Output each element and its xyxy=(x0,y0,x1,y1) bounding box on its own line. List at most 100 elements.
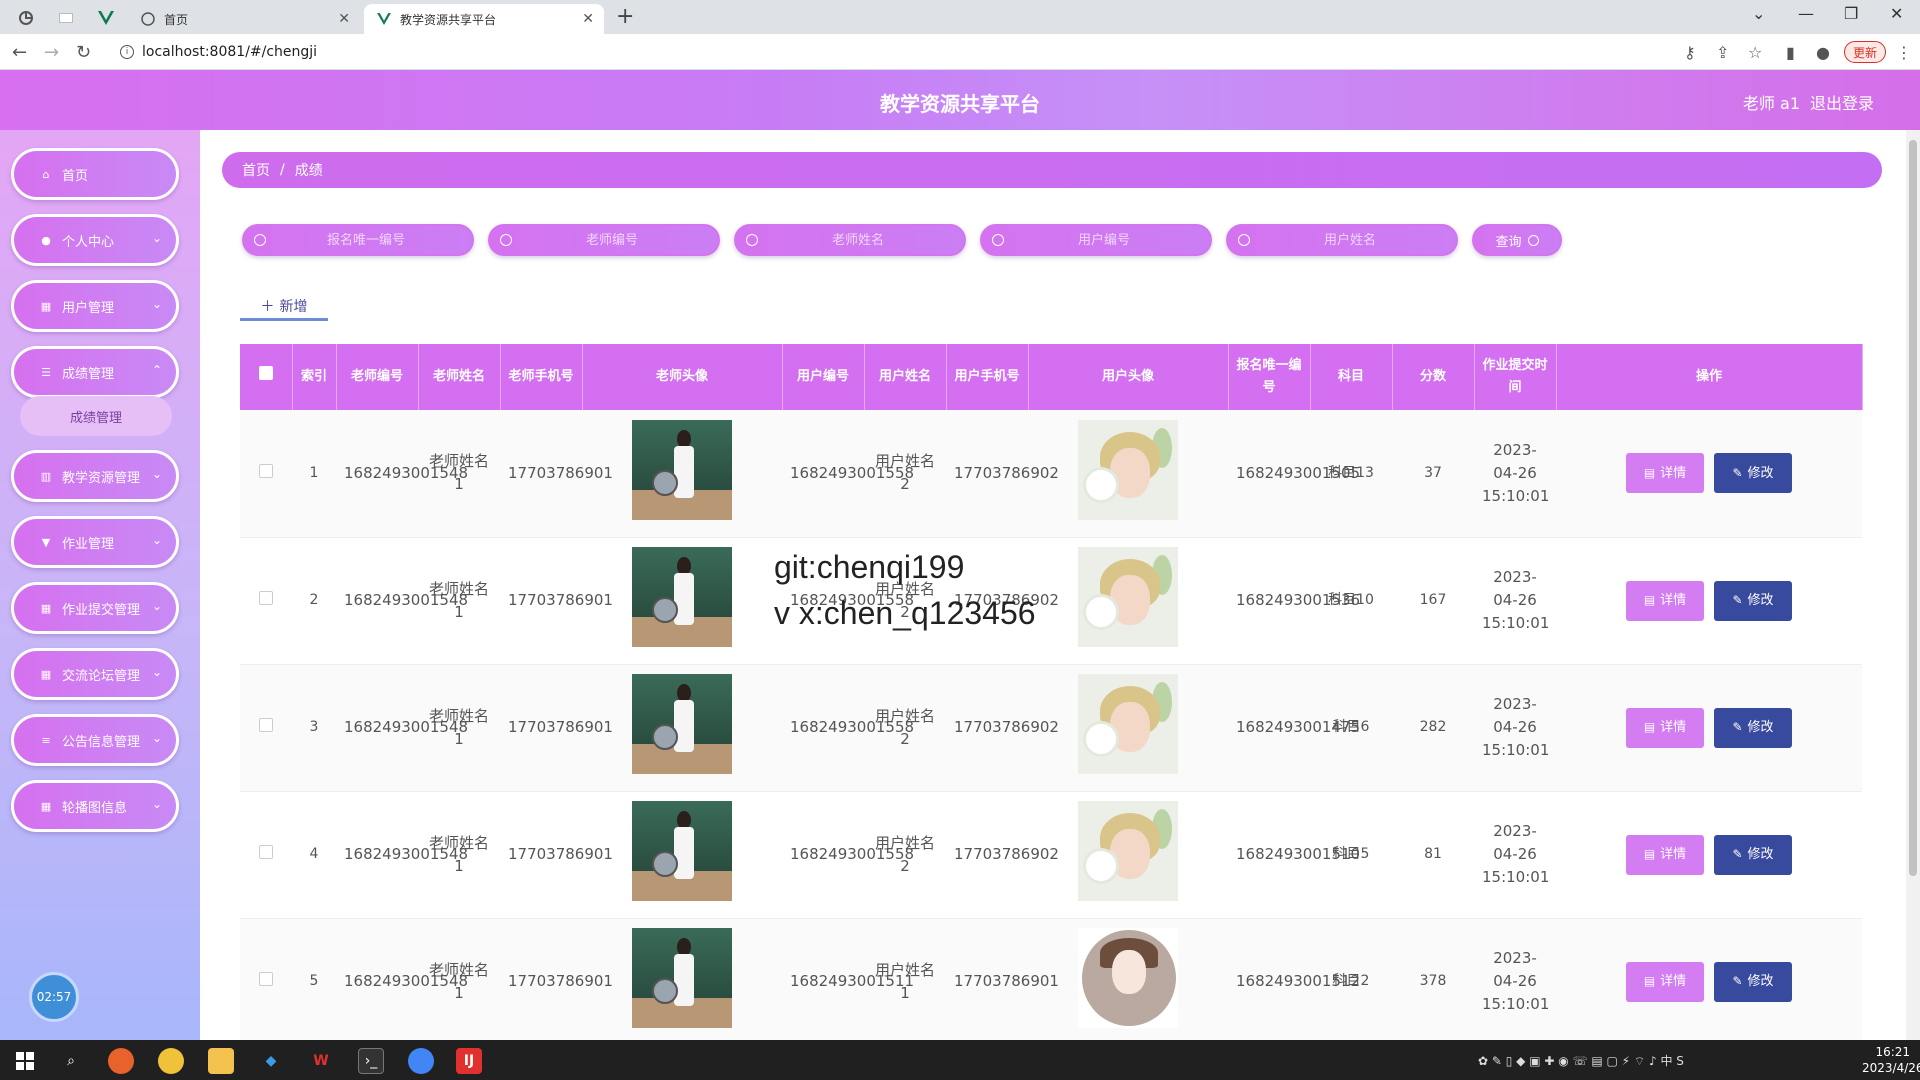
sidebar-item-resources[interactable]: ▥ 教学资源管理 ⌄ xyxy=(11,450,179,502)
close-window-button[interactable]: ✕ xyxy=(1890,4,1903,23)
windows-start-icon[interactable] xyxy=(12,1048,38,1074)
edit-button[interactable]: ✎ 修改 xyxy=(1714,707,1792,748)
search-input[interactable] xyxy=(266,232,466,248)
star-icon[interactable]: ☆ xyxy=(1748,43,1762,62)
taskbar-clock[interactable]: 16:21 2023/4/26 xyxy=(1862,1044,1920,1076)
detail-button[interactable]: ▤ 详情 xyxy=(1626,580,1704,621)
key-icon[interactable]: ⚷ xyxy=(1684,43,1696,62)
forward-icon[interactable]: → xyxy=(44,42,59,63)
row-select-cell[interactable] xyxy=(240,791,292,919)
info-icon[interactable]: i xyxy=(120,45,134,59)
search-input[interactable] xyxy=(758,232,958,248)
edit-button[interactable]: ✎ 修改 xyxy=(1714,834,1792,875)
sidebar-item-submissions[interactable]: ▦ 作业提交管理 ⌄ xyxy=(11,582,179,634)
share-icon[interactable]: ⇪ xyxy=(1716,43,1729,62)
intellij-icon[interactable]: IJ xyxy=(456,1048,482,1074)
sidebar-item-profile[interactable]: ● 个人中心 ⌄ xyxy=(11,214,179,266)
edit-button[interactable]: ✎ 修改 xyxy=(1714,961,1792,1002)
pinned-tab-vue-icon[interactable] xyxy=(94,6,118,30)
search-input[interactable] xyxy=(1250,232,1450,248)
scrollbar-thumb[interactable] xyxy=(1909,140,1917,876)
query-button[interactable]: 查询 xyxy=(1472,224,1562,256)
breadcrumb-home[interactable]: 首页 xyxy=(242,160,270,180)
new-tab-button[interactable]: + xyxy=(616,4,634,29)
maximize-button[interactable]: ❐ xyxy=(1844,4,1858,23)
sidebar-item-grades[interactable]: ☰ 成绩管理 ⌃ xyxy=(11,346,179,398)
watermark: git:chenqi199 v x:chen_q123456 xyxy=(774,544,1036,636)
row-select-cell[interactable] xyxy=(240,918,292,1046)
row-select-cell[interactable] xyxy=(240,664,292,792)
wps-icon[interactable]: W xyxy=(308,1048,334,1074)
home-icon: ⌂ xyxy=(42,167,50,181)
logout-link[interactable]: 退出登录 xyxy=(1810,90,1874,114)
update-button[interactable]: 更新 xyxy=(1844,41,1887,63)
user-avatar xyxy=(1078,928,1178,1028)
search-icon[interactable]: ⌕ xyxy=(58,1048,84,1074)
edit-label: 修改 xyxy=(1747,720,1774,735)
row-checkbox[interactable] xyxy=(259,845,273,859)
row-checkbox[interactable] xyxy=(259,718,273,732)
sidebar-item-carousel[interactable]: ▦ 轮播图信息 ⌄ xyxy=(11,780,179,832)
edit-button[interactable]: ✎ 修改 xyxy=(1714,453,1792,494)
search-input[interactable] xyxy=(512,232,712,248)
row-checkbox[interactable] xyxy=(259,591,273,605)
more-menu-icon[interactable]: ⋮ xyxy=(1896,43,1912,62)
sidebar-item-homework[interactable]: ▼ 作业管理 ⌄ xyxy=(11,516,179,568)
minimize-button[interactable]: — xyxy=(1798,4,1814,23)
terminal-icon[interactable]: ›_ xyxy=(358,1048,384,1074)
reload-icon[interactable]: ↻ xyxy=(76,42,91,63)
sidebar-item-notices[interactable]: ≡ 公告信息管理 ⌄ xyxy=(11,714,179,766)
vscode-icon[interactable]: ◆ xyxy=(258,1048,284,1074)
row-checkbox[interactable] xyxy=(259,463,273,478)
sidepanel-icon[interactable]: ▮ xyxy=(1786,43,1795,62)
tab-home[interactable]: 首页 ✕ xyxy=(128,4,360,34)
firefox-icon[interactable] xyxy=(108,1048,134,1074)
edit-label: 修改 xyxy=(1747,593,1774,608)
detail-button[interactable]: ▤ 详情 xyxy=(1626,453,1704,494)
edit-button[interactable]: ✎ 修改 xyxy=(1714,580,1792,621)
chrome-icon[interactable] xyxy=(408,1048,434,1074)
search-icon xyxy=(500,234,512,246)
tab-platform[interactable]: 教学资源共享平台 ✕ xyxy=(364,4,604,34)
profile-icon[interactable]: ● xyxy=(1816,43,1830,62)
file-explorer-icon[interactable] xyxy=(208,1048,234,1074)
teacher-avatar xyxy=(632,419,732,520)
taskbar-date: 2023/4/26 xyxy=(1862,1061,1920,1075)
url-field[interactable]: i localhost:8081/#/chengji xyxy=(110,38,1710,66)
page-scrollbar[interactable] xyxy=(1906,130,1920,1040)
tray-icons[interactable]: ✿ ✎ ▯ ◆ ▣ ✚ ◉ ☏ ▤ ▢ ⚡ ⌔ ♪ 中 S xyxy=(1478,1052,1684,1069)
search-user-no[interactable] xyxy=(980,224,1212,256)
search-input[interactable] xyxy=(1004,232,1204,248)
submenu-item-grades[interactable]: 成绩管理 xyxy=(20,396,172,436)
pinned-tab-blank-icon[interactable] xyxy=(54,6,78,30)
row-checkbox[interactable] xyxy=(259,972,273,986)
row-select-cell[interactable] xyxy=(240,410,292,538)
detail-button[interactable]: ▤ 详情 xyxy=(1626,707,1704,748)
sidebar-item-users[interactable]: ▦ 用户管理 ⌄ xyxy=(11,280,179,332)
detail-label: 详情 xyxy=(1660,465,1687,481)
back-icon[interactable]: ← xyxy=(12,42,27,63)
select-all-header[interactable] xyxy=(240,344,293,410)
chevron-down-icon: ⌄ xyxy=(151,533,162,547)
close-tab-icon[interactable]: ✕ xyxy=(338,11,350,27)
row-select-cell[interactable] xyxy=(240,537,292,665)
tab-search-icon[interactable]: ⌄ xyxy=(1752,4,1765,23)
clock-widget[interactable]: 02:57 xyxy=(29,972,79,1022)
sidebar-item-forum[interactable]: ▦ 交流论坛管理 ⌄ xyxy=(11,648,179,700)
chevron-down-icon: ⌄ xyxy=(151,797,162,811)
pinned-tab-icon[interactable] xyxy=(14,6,38,30)
detail-label: 详情 xyxy=(1660,847,1687,862)
search-teacher-no[interactable] xyxy=(488,224,720,256)
search-signup-no[interactable] xyxy=(242,224,474,256)
sidebar-item-home[interactable]: ⌂ 首页 xyxy=(11,148,179,200)
table-header-row: 索引 老师编号 老师姓名 老师手机号 老师头像 用户编号 用户姓名 用户手机号 … xyxy=(240,344,1863,410)
close-tab-icon[interactable]: ✕ xyxy=(582,11,594,27)
detail-button[interactable]: ▤ 详情 xyxy=(1626,961,1704,1002)
search-user-name[interactable] xyxy=(1226,224,1458,256)
teacher-avatar xyxy=(632,801,732,901)
detail-button[interactable]: ▤ 详情 xyxy=(1626,834,1704,875)
select-all-checkbox[interactable] xyxy=(258,366,273,380)
app-icon[interactable] xyxy=(158,1048,184,1074)
user-avatar xyxy=(1078,419,1178,520)
search-teacher-name[interactable] xyxy=(734,224,966,256)
